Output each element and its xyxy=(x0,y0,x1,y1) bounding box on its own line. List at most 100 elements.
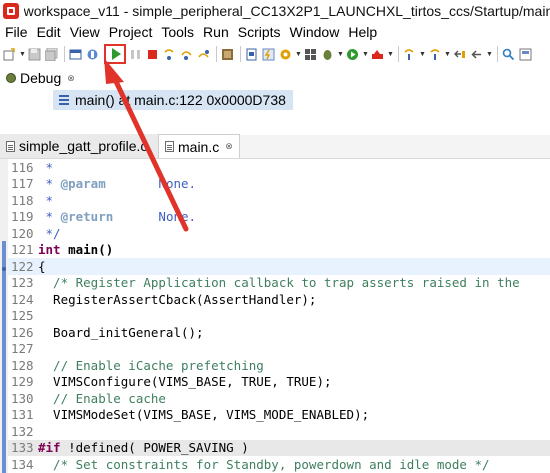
search-icon[interactable] xyxy=(501,47,516,62)
code-text: /* Register Application callback to trap… xyxy=(38,275,520,291)
menu-edit[interactable]: Edit xyxy=(33,24,65,40)
run-dropdown-icon[interactable]: ▼ xyxy=(362,51,369,58)
device-icon[interactable] xyxy=(244,47,259,62)
editor-tab-label: main.c xyxy=(178,138,220,155)
external-tools-icon[interactable] xyxy=(370,47,385,62)
save-all-icon[interactable] xyxy=(44,47,59,62)
resume-button[interactable] xyxy=(104,44,126,64)
code-line[interactable]: 130 // Enable cache xyxy=(8,390,550,407)
tab-simple-gatt-profile[interactable]: simple_gatt_profile.c xyxy=(0,134,158,158)
line-number: 128 xyxy=(11,357,34,373)
code-text: // Enable iCache prefetching xyxy=(38,357,264,373)
stack-frame-label: main() at main.c:122 0x0000D738 xyxy=(75,92,286,108)
code-line[interactable]: 124 RegisterAssertCback(AssertHandler); xyxy=(8,291,550,308)
debug-view: main() at main.c:122 0x0000D738 xyxy=(0,88,550,130)
menu-project[interactable]: Project xyxy=(105,24,157,40)
menu-view[interactable]: View xyxy=(66,24,104,40)
code-text: /* Set constraints for Standby, powerdow… xyxy=(38,456,490,472)
code-text: RegisterAssertCback(AssertHandler); xyxy=(38,291,317,307)
close-icon[interactable]: ⊗ xyxy=(67,73,75,84)
tab-debug[interactable]: Debug ⊗ xyxy=(0,70,75,86)
debug-launch-dropdown-icon[interactable]: ▼ xyxy=(337,51,344,58)
menu-run[interactable]: Run xyxy=(199,24,233,40)
code-line[interactable]: 123 /* Register Application callback to … xyxy=(8,275,550,292)
menu-file[interactable]: File xyxy=(1,24,32,40)
line-number: 134 xyxy=(11,456,34,472)
line-number: 120 xyxy=(11,225,34,241)
code-line[interactable]: 131 VIMSModeSet(VIMS_BASE, VIMS_MODE_ENA… xyxy=(8,407,550,424)
debug-config-icon[interactable] xyxy=(85,47,100,62)
previous-annotation-dropdown-icon[interactable]: ▼ xyxy=(444,51,451,58)
title-bar: workspace_v11 - simple_peripheral_CC13X2… xyxy=(0,0,550,22)
stack-frame-row[interactable]: main() at main.c:122 0x0000D738 xyxy=(53,90,293,110)
code-text: * xyxy=(38,192,54,208)
c-file-icon xyxy=(165,141,174,152)
code-text: #if !defined( POWER_SAVING ) xyxy=(38,440,249,456)
step-return-icon[interactable] xyxy=(196,47,211,62)
code-line[interactable]: 129 VIMSConfigure(VIMS_BASE, TRUE, TRUE)… xyxy=(8,374,550,391)
run-icon[interactable] xyxy=(345,47,360,62)
menu-help[interactable]: Help xyxy=(344,24,381,40)
new-icon[interactable] xyxy=(2,47,17,62)
line-number: 125 xyxy=(11,308,34,324)
line-number: 122 xyxy=(11,258,34,274)
external-tools-dropdown-icon[interactable]: ▼ xyxy=(387,51,394,58)
line-number: 123 xyxy=(11,275,34,291)
code-line[interactable]: 120 */ xyxy=(8,225,550,242)
back-icon[interactable] xyxy=(469,47,484,62)
code-line[interactable]: 132 xyxy=(8,423,550,440)
new-dropdown-icon[interactable]: ▼ xyxy=(19,51,26,58)
code-line[interactable]: 134 /* Set constraints for Standby, powe… xyxy=(8,456,550,473)
step-over-icon[interactable] xyxy=(179,47,194,62)
grid-icon[interactable] xyxy=(303,47,318,62)
code-line[interactable]: 122{ xyxy=(8,258,550,275)
toolbar-separator xyxy=(216,46,217,62)
suspend-icon[interactable] xyxy=(128,47,143,62)
back-dropdown-icon[interactable]: ▼ xyxy=(486,51,493,58)
line-number: 130 xyxy=(11,390,34,406)
build-icon[interactable] xyxy=(278,47,293,62)
toolbar-separator xyxy=(497,46,498,62)
code-line[interactable]: 127 xyxy=(8,341,550,358)
code-line[interactable]: 126 Board_initGeneral(); xyxy=(8,324,550,341)
memory-icon[interactable] xyxy=(220,47,235,62)
toolbar-separator xyxy=(398,46,399,62)
main-toolbar: ▼ ▼ ▼ ▼ ▼ ▼ ▼ ▼ xyxy=(0,42,550,66)
line-number: 126 xyxy=(11,324,34,340)
code-line[interactable]: 125 xyxy=(8,308,550,325)
step-into-icon[interactable] xyxy=(162,47,177,62)
ccs-app-icon xyxy=(3,3,19,19)
line-number: 117 xyxy=(11,176,34,192)
toolbar-separator xyxy=(240,46,241,62)
debug-view-icon[interactable] xyxy=(68,47,83,62)
bug-icon xyxy=(6,73,16,83)
code-line[interactable]: 121 int main() xyxy=(8,242,550,259)
tab-main-c[interactable]: main.c ⊗ xyxy=(158,134,240,158)
next-annotation-dropdown-icon[interactable]: ▼ xyxy=(419,51,426,58)
save-icon[interactable] xyxy=(27,47,42,62)
code-line[interactable]: 118 * xyxy=(8,192,550,209)
code-line[interactable]: 116 * xyxy=(8,159,550,176)
code-line[interactable]: 128 // Enable iCache prefetching xyxy=(8,357,550,374)
code-line[interactable]: 119 * @return None. xyxy=(8,209,550,226)
build-dropdown-icon[interactable]: ▼ xyxy=(295,51,302,58)
menu-tools[interactable]: Tools xyxy=(157,24,198,40)
debug-launch-icon[interactable] xyxy=(320,47,335,62)
next-annotation-icon[interactable] xyxy=(402,47,417,62)
line-number: 121 xyxy=(11,242,34,258)
terminate-icon[interactable] xyxy=(145,47,160,62)
c-file-icon xyxy=(6,140,15,152)
code-line[interactable]: 117 * @param None. xyxy=(8,176,550,193)
perspective-icon[interactable] xyxy=(518,47,533,62)
menu-scripts[interactable]: Scripts xyxy=(234,24,285,40)
menu-window[interactable]: Window xyxy=(286,24,344,40)
close-icon[interactable]: ⊗ xyxy=(225,141,233,152)
last-edit-icon[interactable] xyxy=(452,47,467,62)
code-editor[interactable]: 116 * 117 * @param None. 118 * 119 * @retur… xyxy=(0,159,550,473)
resume-icon xyxy=(111,48,121,60)
code-text: Board_initGeneral(); xyxy=(38,324,204,340)
code-text: { xyxy=(38,258,46,274)
previous-annotation-icon[interactable] xyxy=(427,47,442,62)
code-line[interactable]: 133 #if !defined( POWER_SAVING ) xyxy=(8,439,550,456)
flash-icon[interactable] xyxy=(261,47,276,62)
